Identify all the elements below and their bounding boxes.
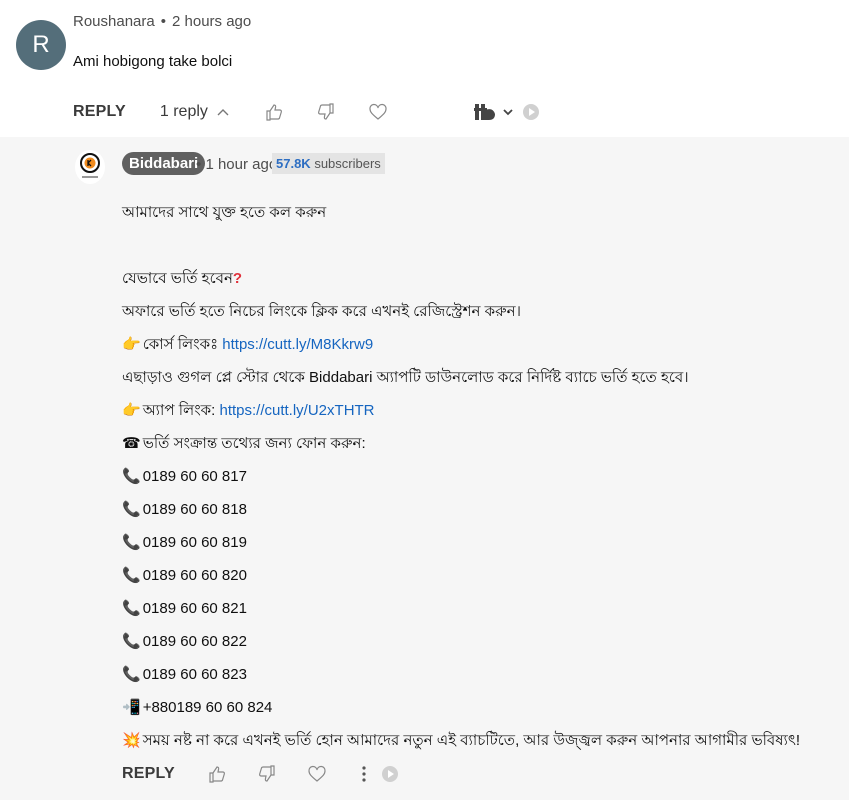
subscribers-label: subscribers bbox=[314, 156, 381, 171]
phone-number: 0189 60 60 821 bbox=[142, 600, 247, 617]
reply-line: অফারে ভর্তি হতে নিচের লিংকে ক্লিক করে এখ… bbox=[122, 303, 521, 320]
thumb-down-icon[interactable] bbox=[316, 102, 336, 122]
avatar[interactable]: R bbox=[16, 20, 66, 70]
reply-line: এছাড়াও গুগল প্লে স্টোর থেকে Biddabari অ… bbox=[122, 369, 689, 386]
comment-time[interactable]: 2 hours ago bbox=[172, 13, 251, 30]
heart-icon[interactable] bbox=[368, 102, 388, 122]
meta-separator: • bbox=[196, 156, 202, 173]
subscribers-count: 57.8K bbox=[276, 156, 311, 171]
thumb-up-icon[interactable] bbox=[207, 764, 227, 784]
channel-author-chip[interactable]: Biddabari bbox=[122, 152, 206, 175]
subscribers-badge: 57.8K subscribers bbox=[272, 153, 385, 174]
play-badge-icon[interactable] bbox=[381, 765, 399, 783]
phone-icon: 📞 bbox=[122, 567, 141, 584]
phone-icon: 📞 bbox=[122, 666, 141, 683]
collision-emoji: 💥 bbox=[122, 732, 141, 749]
phone-icon: 📞 bbox=[122, 468, 141, 485]
phone-icon: 📞 bbox=[122, 600, 141, 617]
reply-line: 👉 অ্যাপ লিংক: https://cutt.ly/U2xTHTR bbox=[122, 394, 822, 427]
mobile-line: 📲 +880189 60 60 824 bbox=[122, 691, 822, 724]
phone-line: 📞 0189 60 60 822 bbox=[122, 625, 822, 658]
reply-line: আমাদের সাথে যুক্ত হতে কল করুন bbox=[122, 204, 327, 221]
more-vert-icon[interactable] bbox=[361, 765, 367, 783]
heart-icon[interactable] bbox=[307, 764, 327, 784]
meta-separator: • bbox=[160, 13, 166, 30]
reply-line-text: ভর্তি সংক্রান্ত তথ্যের জন্য ফোন করুন: bbox=[142, 435, 366, 452]
phone-line: 📞 0189 60 60 819 bbox=[122, 526, 822, 559]
comment-actions: REPLY 1 reply bbox=[73, 100, 540, 124]
avatar-letter: R bbox=[32, 31, 50, 58]
comment-text: Ami hobigong take bolci bbox=[73, 53, 233, 70]
thumb-up-icon[interactable] bbox=[264, 102, 284, 122]
telephone-emoji: ☎ bbox=[122, 435, 141, 452]
phone-line: 📞 0189 60 60 820 bbox=[122, 559, 822, 592]
phone-line: 📞 0189 60 60 817 bbox=[122, 460, 822, 493]
comment-thread: R Roushanara • 2 hours ago Ami hobigong ta… bbox=[0, 0, 849, 136]
app-link[interactable]: https://cutt.ly/U2xTHTR bbox=[219, 402, 374, 419]
reply-text: আমাদের সাথে যুক্ত হতে কল করুন যেভাবে ভর্… bbox=[122, 196, 822, 757]
reply-line-text: সময় নষ্ট না করে এখনই ভর্তি হোন আমাদের ন… bbox=[142, 732, 801, 749]
chevron-down-icon[interactable] bbox=[502, 107, 514, 117]
question-mark-emoji: ? bbox=[232, 270, 243, 287]
phone-number: 0189 60 60 822 bbox=[142, 633, 247, 650]
biddabari-logo-icon bbox=[80, 153, 100, 178]
comment-author[interactable]: Roushanara bbox=[73, 13, 155, 30]
reply-actions: REPLY bbox=[122, 762, 399, 786]
chevron-up-icon bbox=[216, 107, 230, 117]
reply-time[interactable]: 1 hour ago bbox=[205, 156, 277, 173]
phone-number: 0189 60 60 820 bbox=[142, 567, 247, 584]
thumb-down-icon[interactable] bbox=[257, 764, 277, 784]
reply-line-text: যেভাবে ভর্তি হবেন bbox=[122, 270, 233, 287]
pointing-hand-emoji: 👉 bbox=[122, 402, 141, 419]
course-link[interactable]: https://cutt.ly/M8Kkrw9 bbox=[222, 336, 373, 353]
course-link-label: কোর্স লিংকঃ bbox=[142, 336, 223, 353]
comment-meta: Roushanara • 2 hours ago bbox=[73, 13, 251, 30]
reply-button[interactable]: REPLY bbox=[122, 765, 175, 783]
phone-line: 📞 0189 60 60 818 bbox=[122, 493, 822, 526]
phone-number: 0189 60 60 819 bbox=[142, 534, 247, 551]
phone-number: 0189 60 60 823 bbox=[142, 666, 247, 683]
mobile-arrow-emoji: 📲 bbox=[122, 699, 141, 716]
channel-avatar[interactable] bbox=[75, 150, 105, 184]
phone-icon: 📞 bbox=[122, 633, 141, 650]
reply-line: যেভাবে ভর্তি হবেন? bbox=[122, 262, 822, 295]
phone-number: 0189 60 60 817 bbox=[142, 468, 247, 485]
phone-icon: 📞 bbox=[122, 534, 141, 551]
reply-line: 👉 কোর্স লিংকঃ https://cutt.ly/M8Kkrw9 bbox=[122, 328, 822, 361]
play-badge-icon[interactable] bbox=[522, 103, 540, 121]
app-link-label: অ্যাপ লিংক: bbox=[142, 402, 220, 419]
phone-line: 📞 0189 60 60 821 bbox=[122, 592, 822, 625]
reply-line: ☎ ভর্তি সংক্রান্ত তথ্যের জন্য ফোন করুন: bbox=[122, 427, 822, 460]
reply-count: 1 reply bbox=[159, 103, 208, 120]
phone-icon: 📞 bbox=[122, 501, 141, 518]
phone-number: 0189 60 60 818 bbox=[142, 501, 247, 518]
reply-button[interactable]: REPLY bbox=[73, 103, 126, 121]
tb-extension-icon[interactable] bbox=[473, 102, 500, 122]
pointing-hand-emoji: 👉 bbox=[122, 336, 141, 353]
mobile-number: +880189 60 60 824 bbox=[142, 699, 273, 716]
reply-line: 💥 সময় নষ্ট না করে এখনই ভর্তি হোন আমাদের … bbox=[122, 724, 822, 757]
replies-toggle[interactable]: 1 reply bbox=[160, 103, 230, 121]
phone-line: 📞 0189 60 60 823 bbox=[122, 658, 822, 691]
reply-meta: • 1 hour ago bbox=[196, 156, 277, 173]
